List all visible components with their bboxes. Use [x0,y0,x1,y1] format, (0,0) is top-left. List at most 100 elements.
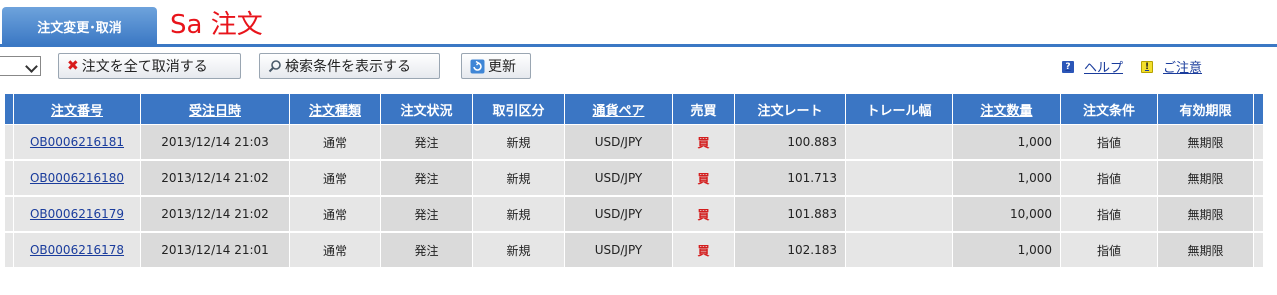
cell-pair: USD/JPY [564,231,673,269]
cell-date: 2013/12/14 21:01 [140,231,290,269]
table-row: OB0006216179 2013/12/14 21:02 通常 発注 新規 USD/JP… [4,195,1264,233]
row-edge [4,195,14,233]
cancel-all-button[interactable]: ✖ 注文を全て取消する [58,53,241,79]
header-qty[interactable]: 注文数量 [952,93,1061,125]
cell-date: 2013/12/14 21:02 [140,195,290,233]
cell-trade-class: 新規 [472,195,565,233]
cell-type: 通常 [289,124,381,161]
row-edge [4,231,14,269]
cell-qty: 1,000 [952,231,1061,269]
header-order-no[interactable]: 注文番号 [13,93,141,125]
header-condition: 注文条件 [1060,93,1158,125]
tab-underline [0,44,1277,47]
header-edge [4,93,14,125]
cancel-all-label: 注文を全て取消する [81,59,208,75]
cell-trade-class: 新規 [472,231,565,269]
tab-label: 注文変更･取消 [37,20,122,36]
cell-condition: 指値 [1060,231,1158,269]
refresh-button[interactable]: 更新 [461,53,531,79]
cell-expiry: 無期限 [1157,124,1254,161]
cell-status: 発注 [380,195,473,233]
cell-status: 発注 [380,231,473,269]
cell-qty: 1,000 [952,159,1061,197]
table-row: OB0006216181 2013/12/14 21:03 通常 発注 新規 USD/JP… [4,124,1264,161]
help-link[interactable]: ? ヘルプ [1062,57,1123,76]
search-icon [268,59,282,73]
cell-order-no: OB0006216178 [13,231,141,269]
cell-side: 買 [672,159,735,197]
cell-status: 発注 [380,159,473,197]
order-no-link[interactable]: OB0006216178 [30,243,124,257]
cell-side: 買 [672,231,735,269]
cell-trail [845,124,953,161]
refresh-label: 更新 [488,59,516,75]
cell-condition: 指値 [1060,159,1158,197]
header-pair[interactable]: 通貨ペア [564,93,673,125]
notice-label: ご注意 [1163,61,1203,76]
cell-trail [845,195,953,233]
cell-trade-class: 新規 [472,124,565,161]
header-side: 売買 [672,93,735,125]
cell-rate: 101.713 [734,159,846,197]
cell-expiry: 無期限 [1157,231,1254,269]
page-title: Sa 注文 [170,10,263,40]
show-search-button[interactable]: 検索条件を表示する [259,53,440,79]
cell-type: 通常 [289,159,381,197]
help-icon: ? [1062,60,1074,73]
cell-status: 発注 [380,124,473,161]
notice-link[interactable]: ! ご注意 [1141,57,1202,76]
orders-table: 注文番号 受注日時 注文種類 注文状況 取引区分 通貨ペア 売買 注文レート ト… [4,93,1264,269]
cell-pair: USD/JPY [564,195,673,233]
header-trail: トレール幅 [845,93,953,125]
cell-order-no: OB0006216179 [13,195,141,233]
table-row: OB0006216180 2013/12/14 21:02 通常 発注 新規 USD/JP… [4,159,1264,197]
cell-rate: 102.183 [734,231,846,269]
cell-date: 2013/12/14 21:02 [140,159,290,197]
row-edge [4,159,14,197]
help-label: ヘルプ [1084,61,1124,76]
row-edge-right [1253,231,1264,269]
table-header-row: 注文番号 受注日時 注文種類 注文状況 取引区分 通貨ペア 売買 注文レート ト… [4,93,1264,125]
order-no-link[interactable]: OB0006216180 [30,171,124,185]
cell-rate: 101.883 [734,195,846,233]
refresh-icon [470,59,485,74]
cell-order-no: OB0006216181 [13,124,141,161]
cell-type: 通常 [289,195,381,233]
header-type[interactable]: 注文種類 [289,93,381,125]
filter-select[interactable]: ﾆ [0,56,41,76]
header-status: 注文状況 [380,93,473,125]
order-no-link[interactable]: OB0006216179 [30,207,124,221]
cell-type: 通常 [289,231,381,269]
cell-trail [845,159,953,197]
cell-trail [845,231,953,269]
header-rate: 注文レート [734,93,846,125]
show-search-label: 検索条件を表示する [285,59,411,75]
header-expiry: 有効期限 [1157,93,1254,125]
cell-pair: USD/JPY [564,124,673,161]
cell-order-no: OB0006216180 [13,159,141,197]
close-icon: ✖ [67,58,79,74]
header-date[interactable]: 受注日時 [140,93,290,125]
chevron-down-icon [25,60,38,73]
cell-expiry: 無期限 [1157,195,1254,233]
cell-trade-class: 新規 [472,159,565,197]
cell-pair: USD/JPY [564,159,673,197]
header-trade-class: 取引区分 [472,93,565,125]
cell-side: 買 [672,124,735,161]
warning-icon: ! [1141,60,1153,73]
cell-condition: 指値 [1060,195,1158,233]
cell-qty: 1,000 [952,124,1061,161]
cell-side: 買 [672,195,735,233]
row-edge-right [1253,124,1264,161]
cell-qty: 10,000 [952,195,1061,233]
cell-rate: 100.883 [734,124,846,161]
row-edge [4,124,14,161]
row-edge-right [1253,159,1264,197]
header-edge-right [1253,93,1264,125]
order-no-link[interactable]: OB0006216181 [30,135,124,149]
cell-date: 2013/12/14 21:03 [140,124,290,161]
table-row: OB0006216178 2013/12/14 21:01 通常 発注 新規 USD/JP… [4,231,1264,269]
cell-expiry: 無期限 [1157,159,1254,197]
tab-order-change-cancel[interactable]: 注文変更･取消 [2,7,157,45]
cell-condition: 指値 [1060,124,1158,161]
